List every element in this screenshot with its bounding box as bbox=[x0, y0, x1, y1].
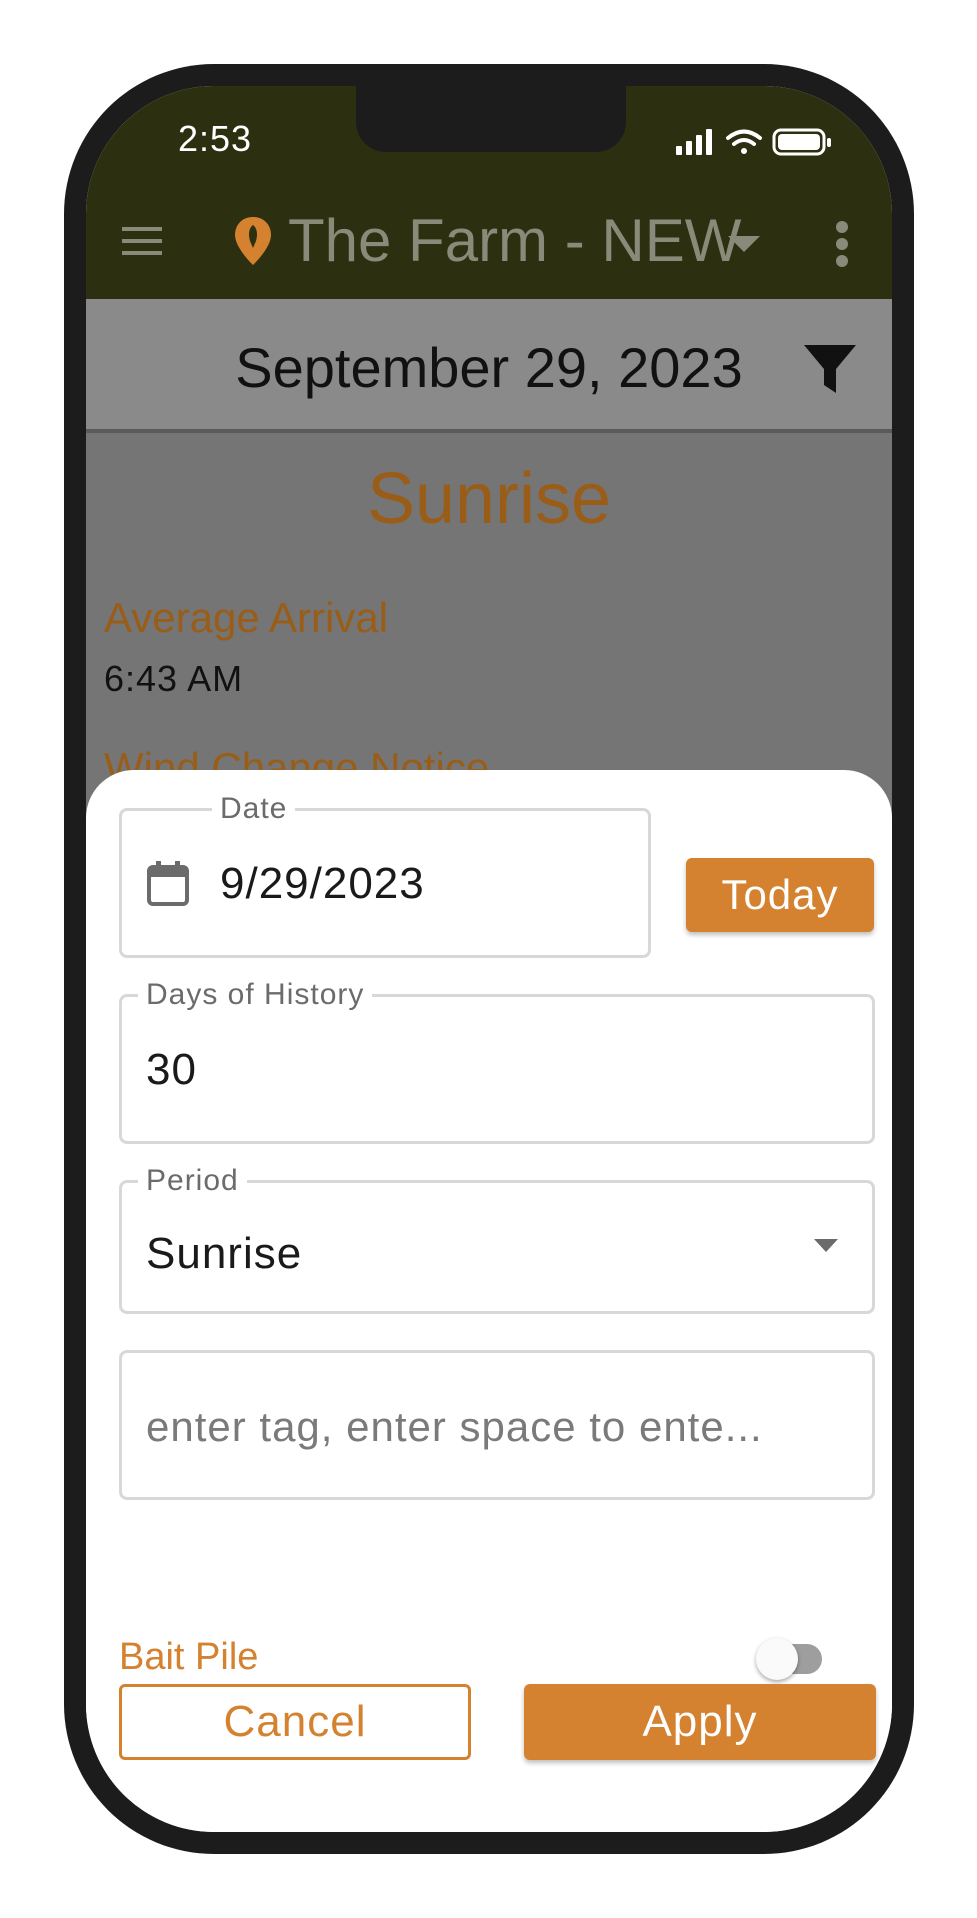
section-title: Sunrise bbox=[366, 459, 612, 539]
bait-pile-label: Bait Pile bbox=[119, 1636, 259, 1678]
more-vert-icon[interactable] bbox=[834, 221, 850, 267]
current-date: September 29, 2023 bbox=[235, 336, 743, 399]
device-notch bbox=[356, 86, 626, 152]
app-bar: 2:53 The Farm - NEW bbox=[86, 86, 892, 299]
date-value: 9/29/2023 bbox=[220, 859, 425, 908]
cancel-button[interactable]: Cancel bbox=[119, 1684, 471, 1760]
status-icons bbox=[676, 128, 831, 156]
days-of-history-label: Days of History bbox=[138, 977, 373, 1013]
tag-input-placeholder: enter tag, enter space to ente... bbox=[146, 1403, 763, 1450]
app-title[interactable]: The Farm - NEW bbox=[288, 206, 741, 275]
period-select[interactable]: Period Sunrise bbox=[119, 1163, 875, 1314]
wifi-icon bbox=[726, 129, 762, 154]
today-button[interactable]: Today bbox=[686, 858, 874, 932]
battery-icon bbox=[772, 128, 831, 156]
date-field[interactable]: Date 9/29/2023 bbox=[119, 791, 651, 958]
date-header: September 29, 2023 bbox=[86, 299, 892, 433]
menu-icon[interactable] bbox=[122, 226, 162, 256]
location-pin-icon bbox=[235, 217, 271, 265]
apply-button[interactable]: Apply bbox=[524, 1684, 876, 1760]
average-arrival-label: Average Arrival bbox=[104, 594, 389, 641]
days-of-history-value: 30 bbox=[146, 1045, 197, 1094]
toggle-knob bbox=[756, 1638, 798, 1680]
filter-icon[interactable] bbox=[804, 345, 856, 395]
period-label: Period bbox=[138, 1163, 247, 1199]
app-screen: 2:53 The Farm - NEW September 29, 2023 S… bbox=[86, 86, 892, 1832]
calendar-icon[interactable] bbox=[146, 861, 190, 907]
status-time: 2:53 bbox=[178, 118, 253, 159]
period-value: Sunrise bbox=[146, 1229, 303, 1278]
average-arrival-value: 6:43 AM bbox=[104, 658, 244, 699]
signal-icon bbox=[676, 129, 712, 155]
dropdown-arrow-icon[interactable] bbox=[814, 1239, 838, 1253]
date-field-label: Date bbox=[212, 791, 296, 827]
chevron-down-icon[interactable] bbox=[728, 234, 760, 254]
tag-input[interactable]: enter tag, enter space to ente... bbox=[119, 1350, 875, 1500]
days-of-history-field[interactable]: Days of History 30 bbox=[119, 977, 875, 1144]
bait-pile-toggle[interactable] bbox=[756, 1638, 822, 1680]
